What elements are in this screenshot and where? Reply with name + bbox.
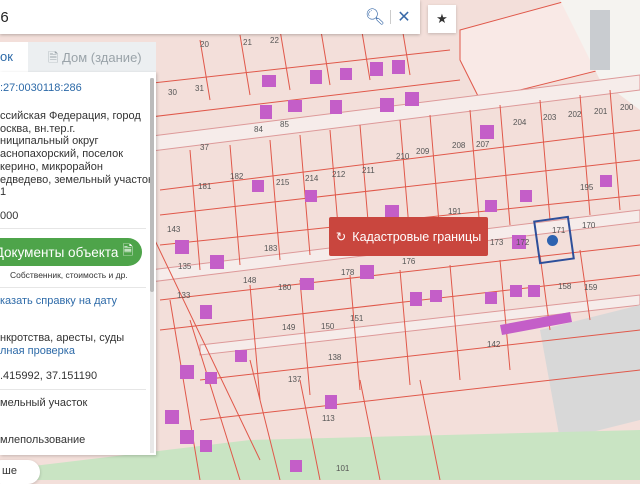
parcel-number: 148 xyxy=(243,276,257,285)
parcel-number: 158 xyxy=(558,282,572,291)
parcel-number: 138 xyxy=(328,353,342,362)
parcel-number: 20 xyxy=(200,40,209,49)
address-line: едведево, земельный участок xyxy=(0,173,153,186)
object-info-panel: :27:0030118:286 ссийская Федерация, горо… xyxy=(0,72,156,455)
parcel-number: 159 xyxy=(584,283,598,292)
search-icon[interactable]: 🔍︎ xyxy=(365,8,385,26)
address-line: аснопахорский, поселок xyxy=(0,148,124,161)
selected-parcel-marker[interactable] xyxy=(547,235,558,246)
checks-text: нкротства, аресты, суды xyxy=(0,332,125,344)
close-icon[interactable]: ✕ xyxy=(395,8,413,26)
address-line: ссийская Федерация, город xyxy=(0,110,141,122)
parcel-number: 173 xyxy=(490,238,504,247)
full-check-link[interactable]: лная проверка xyxy=(0,345,75,357)
parcel-number: 209 xyxy=(416,147,430,156)
documents-button-label: Документы объекта xyxy=(0,244,119,260)
land-usage: млепользование xyxy=(0,434,86,446)
area-value: 000 xyxy=(0,210,19,222)
parcel-number: 191 xyxy=(448,207,462,216)
tab-building-label: Дом (здание) xyxy=(62,50,142,65)
parcel-number: 200 xyxy=(620,103,634,112)
parcel-number: 150 xyxy=(321,322,335,331)
parcel-number: 215 xyxy=(276,178,290,187)
parcel-number: 181 xyxy=(198,182,212,191)
parcel-number: 202 xyxy=(568,110,582,119)
parcel-number: 151 xyxy=(350,314,364,323)
parcel-number: 180 xyxy=(278,283,292,292)
parcel-number: 208 xyxy=(452,141,466,150)
parcel-number: 195 xyxy=(580,183,594,192)
parcel-number: 204 xyxy=(513,118,527,127)
cadastral-number[interactable]: :27:0030118:286 xyxy=(0,82,82,94)
parcel-number: 203 xyxy=(543,113,557,122)
certificate-link[interactable]: казать справку на дату xyxy=(0,295,117,307)
parcel-number: 30 xyxy=(168,88,177,97)
divider xyxy=(390,10,391,24)
star-icon: ★ xyxy=(436,11,448,26)
parcel-number: 22 xyxy=(270,36,279,45)
parcel-number: 143 xyxy=(167,225,181,234)
parcel-number: 84 xyxy=(254,125,263,134)
divider xyxy=(0,287,146,288)
document-icon: 🗎︎ xyxy=(48,50,63,65)
search-input[interactable] xyxy=(0,8,352,26)
documents-subtitle: Собственник, стоимость и др. xyxy=(10,270,128,280)
parcel-number: 113 xyxy=(322,414,335,423)
parcel-number: 176 xyxy=(402,257,416,266)
parcel-number: 210 xyxy=(396,152,410,161)
parcel-number: 211 xyxy=(362,166,375,175)
parcel-number: 183 xyxy=(264,244,278,253)
search-bar: 🔍︎ ✕ xyxy=(0,0,420,34)
parcel-number: 133 xyxy=(177,291,191,300)
address-line: 1 xyxy=(0,186,7,199)
parcel-number: 214 xyxy=(305,174,319,183)
documents-button[interactable]: Документы объекта 🗎︎ xyxy=(0,238,142,266)
parcel-number: 178 xyxy=(341,268,355,277)
parcel-number: 101 xyxy=(336,464,350,473)
tab-land-plot[interactable]: ок xyxy=(0,42,28,72)
cadastral-borders-label: Кадастровые границы xyxy=(352,229,482,244)
address-line: осква, вн.тер.г. xyxy=(0,122,76,135)
address-line: керино, микрорайон xyxy=(0,160,103,173)
parcel-number: 31 xyxy=(195,84,204,93)
divider xyxy=(0,228,146,229)
parcel-number: 207 xyxy=(476,140,490,149)
favorite-button[interactable]: ★ xyxy=(428,5,456,33)
parcel-number: 172 xyxy=(516,238,530,247)
address: ссийская Федерация, город осква, вн.тер.… xyxy=(0,110,153,199)
parcel-number: 85 xyxy=(280,120,289,129)
parcel-number: 137 xyxy=(288,375,302,384)
divider xyxy=(0,389,146,390)
panel-scrollbar-thumb[interactable] xyxy=(150,78,154,292)
address-line: ниципальный округ xyxy=(0,135,99,148)
parcel-number: 135 xyxy=(178,262,192,271)
parcel-number: 182 xyxy=(230,172,244,181)
parcel-number: 21 xyxy=(243,38,252,47)
tab-building[interactable]: 🗎︎ Дом (здание) xyxy=(28,42,156,72)
parcel-number: 37 xyxy=(200,143,209,152)
object-type: мельный участок xyxy=(0,397,88,409)
parcel-number: 212 xyxy=(332,170,346,179)
parcel-number: 142 xyxy=(487,340,501,349)
parcel-number: 170 xyxy=(582,221,596,230)
refresh-icon: ↻ xyxy=(335,230,347,244)
coordinates: .415992, 37.151190 xyxy=(0,370,98,382)
parcel-number: 149 xyxy=(282,323,296,332)
cadastral-borders-button[interactable]: ↻ Кадастровые границы xyxy=(329,217,488,256)
more-button[interactable]: ше xyxy=(0,460,40,484)
parcel-number: 201 xyxy=(594,107,608,116)
document-icon: 🗎︎ xyxy=(122,242,134,258)
